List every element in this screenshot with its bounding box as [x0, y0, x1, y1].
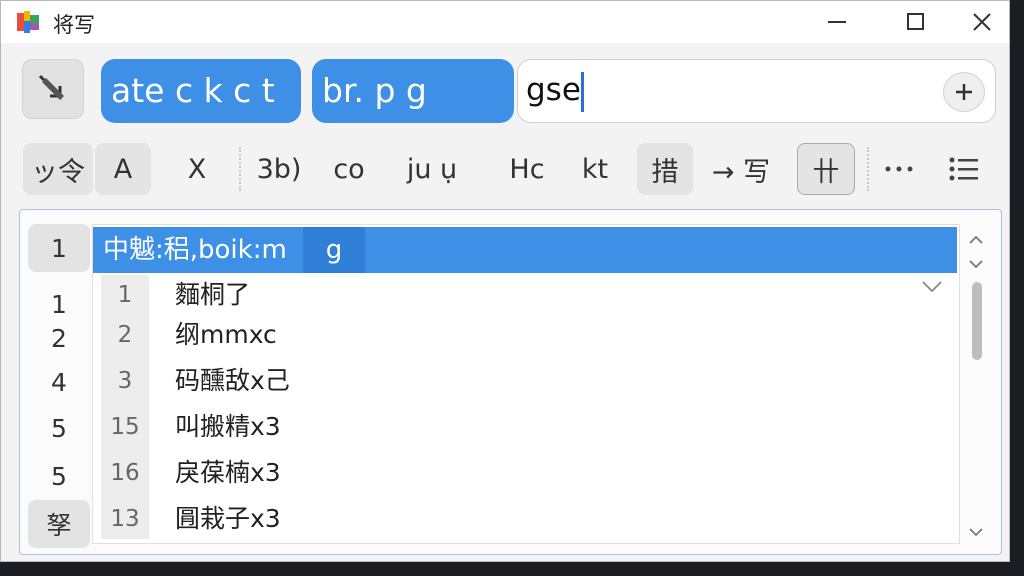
selected-row[interactable]: 中魆:稆,boik:m g	[93, 227, 957, 273]
filter-chip-2[interactable]: br. p g	[312, 59, 514, 123]
toolbar-secondary: ッ令 A X 3b) co ju ụ Hc kt 措 → 写 卄	[1, 139, 1009, 199]
row-number: 2	[117, 322, 133, 348]
app-window: 将写 ate c k c t br. p g gse ッ令 A X 3b) co…	[0, 0, 1010, 562]
toolbar-item-5[interactable]: ju ụ	[389, 143, 475, 195]
chevron-down-icon[interactable]	[921, 279, 943, 298]
list-item[interactable]: 3 码醺敌x己	[93, 359, 953, 403]
row-text: 麵桐了	[175, 280, 251, 309]
selected-row-highlight: g	[303, 227, 365, 273]
list-menu-button[interactable]	[941, 143, 987, 195]
gutter-number: 4	[51, 367, 67, 397]
chevron-up-icon[interactable]	[968, 232, 984, 248]
window-title: 将写	[53, 13, 95, 37]
title-bar: 将写	[1, 1, 1009, 43]
toolbar-item-10[interactable]: 卄	[797, 143, 855, 195]
minimize-icon	[828, 21, 846, 23]
list-item[interactable]: 15 叫搬精x3	[93, 405, 953, 449]
toolbar-divider	[239, 147, 241, 191]
toolbar-item-3[interactable]: 3b)	[251, 143, 307, 195]
toolbar-item-6[interactable]: Hc	[499, 143, 555, 195]
toolbar-item-8[interactable]: 措	[637, 143, 693, 195]
toolbar-item-7[interactable]: kt	[567, 143, 623, 195]
scrollbar-thumb[interactable]	[972, 282, 982, 360]
close-button[interactable]	[943, 1, 1021, 43]
row-number: 16	[110, 460, 140, 486]
plus-icon	[956, 84, 972, 100]
chevron-down-icon[interactable]	[968, 256, 984, 272]
maximize-icon	[907, 13, 924, 30]
gutter-number: 2	[51, 323, 67, 353]
gutter-number: 5	[51, 461, 67, 491]
gutter-number: 5	[51, 413, 67, 443]
toolbar-item-2[interactable]: X	[169, 143, 225, 195]
row-number: 13	[110, 506, 140, 532]
line-number-gutter: 1 1 2 4 5 5 孥	[28, 220, 90, 550]
row-text: 戾葆楠x3	[175, 458, 281, 487]
vertical-scrollbar[interactable]	[962, 226, 990, 546]
app-logo-icon	[17, 11, 41, 33]
row-number: 3	[117, 368, 133, 394]
results-panel: 1 1 2 4 5 5 孥 中魆:稆,boik:m g 1 麵桐了 2 纲mmx…	[19, 209, 1002, 555]
list-item[interactable]: 1 麵桐了	[93, 273, 953, 317]
toolbar-divider	[867, 147, 869, 191]
list-item[interactable]: 16 戾葆楠x3	[93, 451, 953, 495]
gutter-number: 1	[28, 224, 90, 272]
chevron-down-icon[interactable]	[968, 524, 984, 540]
more-dots-icon	[885, 166, 913, 172]
row-number: 15	[110, 414, 140, 440]
cursor-arrow-icon	[38, 74, 64, 100]
filter-chip-1[interactable]: ate c k c t	[101, 59, 301, 123]
toolbar-primary: ate c k c t br. p g gse	[1, 53, 1009, 133]
search-input[interactable]: gse	[517, 59, 996, 123]
add-button[interactable]	[943, 72, 985, 112]
toolbar-item-0[interactable]: ッ令	[23, 143, 93, 195]
close-icon	[973, 13, 991, 31]
minimize-button[interactable]	[799, 1, 877, 43]
row-text: 㘣栽子x3	[175, 504, 281, 533]
result-list: 中魆:稆,boik:m g 1 麵桐了 2 纲mmxc 3 码醺敌x己 15 叫…	[92, 224, 960, 544]
row-text: 码醺敌x己	[175, 366, 290, 395]
toolbar-item-1[interactable]: A	[95, 143, 151, 195]
gutter-number: 孥	[28, 500, 90, 548]
row-text: 纲mmxc	[175, 320, 277, 349]
row-text: 叫搬精x3	[175, 412, 281, 441]
toolbar-item-9[interactable]: → 写	[701, 143, 781, 195]
list-icon	[949, 157, 978, 181]
pointer-tool-button[interactable]	[22, 59, 84, 119]
more-button[interactable]	[877, 143, 921, 195]
toolbar-item-4[interactable]: co	[321, 143, 377, 195]
text-caret	[581, 72, 584, 112]
list-item[interactable]: 2 纲mmxc	[93, 313, 953, 357]
selected-row-text: 中魆:稆,boik:m	[103, 235, 287, 265]
list-item[interactable]: 13 㘣栽子x3	[93, 497, 953, 541]
row-number: 1	[117, 282, 133, 308]
search-input-text: gse	[526, 72, 581, 108]
